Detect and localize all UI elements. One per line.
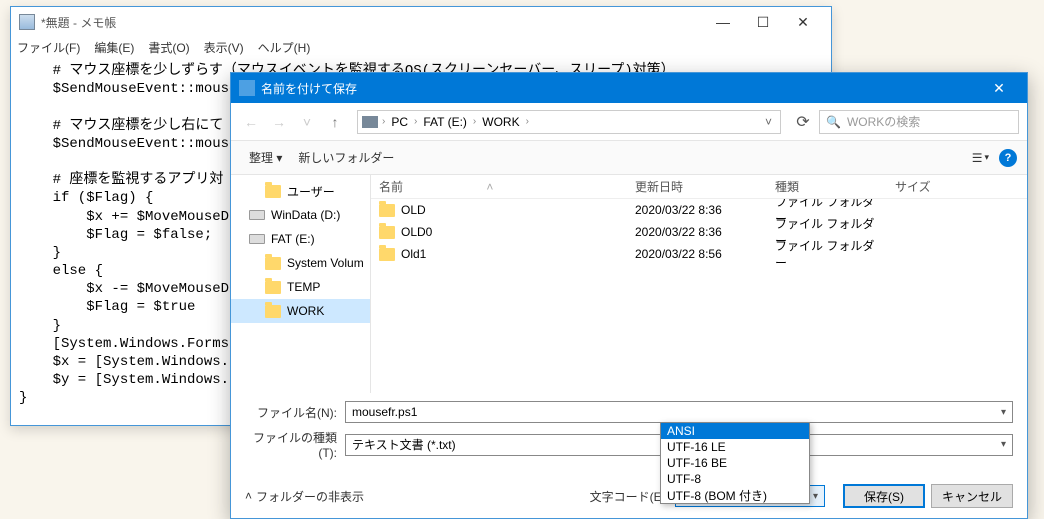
save-button[interactable]: 保存(S)	[843, 484, 925, 508]
sort-icon: ˄	[486, 180, 493, 194]
nav-recent-icon[interactable]: ˅	[295, 110, 319, 134]
file-row[interactable]: Old12020/03/22 8:56ファイル フォルダー	[371, 243, 1027, 265]
folder-icon	[379, 204, 395, 217]
breadcrumb-folder[interactable]: WORK	[478, 115, 523, 129]
maximize-button[interactable]: ☐	[743, 14, 783, 31]
col-size[interactable]: サイズ	[887, 178, 967, 195]
nav-forward-icon[interactable]: →	[267, 110, 291, 134]
file-name: Old1	[401, 247, 426, 261]
view-icon: ☰	[972, 151, 983, 165]
folder-icon	[265, 281, 281, 294]
organize-button[interactable]: 整理 ▾	[241, 145, 290, 170]
dropdown-icon[interactable]: ▾	[1001, 439, 1006, 450]
file-date: 2020/03/22 8:36	[627, 203, 767, 217]
folder-icon	[265, 305, 281, 318]
tree-item[interactable]: TEMP	[231, 275, 370, 299]
dialog-title: 名前を付けて保存	[261, 80, 357, 97]
folder-tree[interactable]: ユーザー WinData (D:) FAT (E:) System Volum TEMP…	[231, 175, 371, 393]
folder-icon	[265, 185, 281, 198]
tree-item[interactable]: FAT (E:)	[231, 227, 370, 251]
dialog-toolbar: 整理 ▾ 新しいフォルダー ☰▾ ?	[231, 141, 1027, 175]
dialog-nav: ← → ˅ ↑ › PC › FAT (E:) › WORK › ˅ ⟳ 🔍 W…	[231, 103, 1027, 141]
menu-help[interactable]: ヘルプ(H)	[258, 39, 311, 56]
folder-icon	[379, 248, 395, 261]
minimize-button[interactable]: —	[703, 14, 743, 30]
notepad-title: *無題 - メモ帳	[41, 14, 116, 31]
pc-icon	[362, 116, 378, 128]
search-placeholder: WORKの検索	[847, 113, 920, 130]
search-icon: 🔍	[826, 115, 841, 129]
dialog-close-button[interactable]: ✕	[979, 73, 1019, 103]
menu-edit[interactable]: 編集(E)	[94, 39, 134, 56]
encoding-option[interactable]: ANSI	[661, 423, 809, 439]
breadcrumb-pc[interactable]: PC	[387, 115, 412, 129]
help-icon[interactable]: ?	[999, 149, 1017, 167]
tree-item-label: WORK	[287, 304, 324, 318]
chevron-right-icon[interactable]: ›	[473, 116, 476, 127]
chevron-right-icon[interactable]: ›	[382, 116, 385, 127]
chevron-right-icon[interactable]: ›	[526, 116, 529, 127]
menu-file[interactable]: ファイル(F)	[17, 39, 80, 56]
nav-up-icon[interactable]: ↑	[323, 110, 347, 134]
nav-back-icon[interactable]: ←	[239, 110, 263, 134]
filename-label: ファイル名(N):	[245, 404, 345, 421]
encoding-option[interactable]: UTF-8	[661, 471, 809, 487]
file-list[interactable]: 名前 ˄ 更新日時 種類 サイズ OLD2020/03/22 8:36ファイル …	[371, 175, 1027, 393]
file-date: 2020/03/22 8:36	[627, 225, 767, 239]
tree-item[interactable]: WORK	[231, 299, 370, 323]
encoding-option[interactable]: UTF-8 (BOM 付き)	[661, 487, 809, 503]
save-as-dialog: 名前を付けて保存 ✕ ← → ˅ ↑ › PC › FAT (E:) › WOR…	[230, 72, 1028, 519]
dropdown-icon[interactable]: ▾	[1001, 407, 1006, 418]
new-folder-button[interactable]: 新しいフォルダー	[290, 145, 402, 170]
cancel-button[interactable]: キャンセル	[931, 484, 1013, 508]
file-name: OLD0	[401, 225, 432, 239]
search-input[interactable]: 🔍 WORKの検索	[819, 110, 1019, 134]
col-date[interactable]: 更新日時	[627, 178, 767, 195]
dropdown-icon[interactable]: ▾	[813, 491, 818, 502]
breadcrumb-dropdown-icon[interactable]: ˅	[761, 115, 776, 129]
notepad-menu: ファイル(F) 編集(E) 書式(O) 表示(V) ヘルプ(H)	[11, 37, 831, 58]
col-name[interactable]: 名前 ˄	[371, 178, 627, 195]
tree-item-label: FAT (E:)	[271, 232, 315, 246]
tree-item[interactable]: WinData (D:)	[231, 203, 370, 227]
chevron-right-icon[interactable]: ›	[414, 116, 417, 127]
view-options-button[interactable]: ☰▾	[972, 151, 989, 165]
file-list-header[interactable]: 名前 ˄ 更新日時 種類 サイズ	[371, 175, 1027, 199]
filename-input[interactable]: mousefr.ps1 ▾	[345, 401, 1013, 423]
tree-item-label: WinData (D:)	[271, 208, 340, 222]
close-button[interactable]: ✕	[783, 14, 823, 31]
file-date: 2020/03/22 8:56	[627, 247, 767, 261]
hide-folders-toggle[interactable]: ˄ フォルダーの非表示	[245, 488, 364, 505]
menu-view[interactable]: 表示(V)	[204, 39, 244, 56]
tree-item-label: TEMP	[287, 280, 320, 294]
menu-format[interactable]: 書式(O)	[148, 39, 189, 56]
encoding-option[interactable]: UTF-16 BE	[661, 455, 809, 471]
encoding-label: 文字コード(E):	[590, 488, 669, 505]
folder-icon	[265, 257, 281, 270]
drive-icon	[249, 234, 265, 244]
breadcrumb-drive[interactable]: FAT (E:)	[419, 115, 471, 129]
chevron-up-icon: ˄	[245, 489, 252, 503]
folder-icon	[379, 226, 395, 239]
filetype-label: ファイルの種類(T):	[245, 429, 345, 460]
breadcrumb[interactable]: › PC › FAT (E:) › WORK › ˅	[357, 110, 781, 134]
file-row[interactable]: OLD2020/03/22 8:36ファイル フォルダー	[371, 199, 1027, 221]
file-type: ファイル フォルダー	[767, 237, 887, 271]
tree-item-label: System Volum	[287, 256, 364, 270]
encoding-dropdown[interactable]: ANSIUTF-16 LEUTF-16 BEUTF-8UTF-8 (BOM 付き…	[660, 422, 810, 504]
drive-icon	[249, 210, 265, 220]
file-row[interactable]: OLD02020/03/22 8:36ファイル フォルダー	[371, 221, 1027, 243]
tree-item-label: ユーザー	[287, 183, 335, 200]
encoding-option[interactable]: UTF-16 LE	[661, 439, 809, 455]
dialog-icon	[239, 80, 255, 96]
notepad-icon	[19, 14, 35, 30]
refresh-icon[interactable]: ⟳	[791, 110, 815, 134]
file-name: OLD	[401, 203, 426, 217]
tree-item[interactable]: System Volum	[231, 251, 370, 275]
notepad-titlebar[interactable]: *無題 - メモ帳 — ☐ ✕	[11, 7, 831, 37]
col-type[interactable]: 種類	[767, 178, 887, 195]
tree-item[interactable]: ユーザー	[231, 179, 370, 203]
dialog-titlebar[interactable]: 名前を付けて保存 ✕	[231, 73, 1027, 103]
